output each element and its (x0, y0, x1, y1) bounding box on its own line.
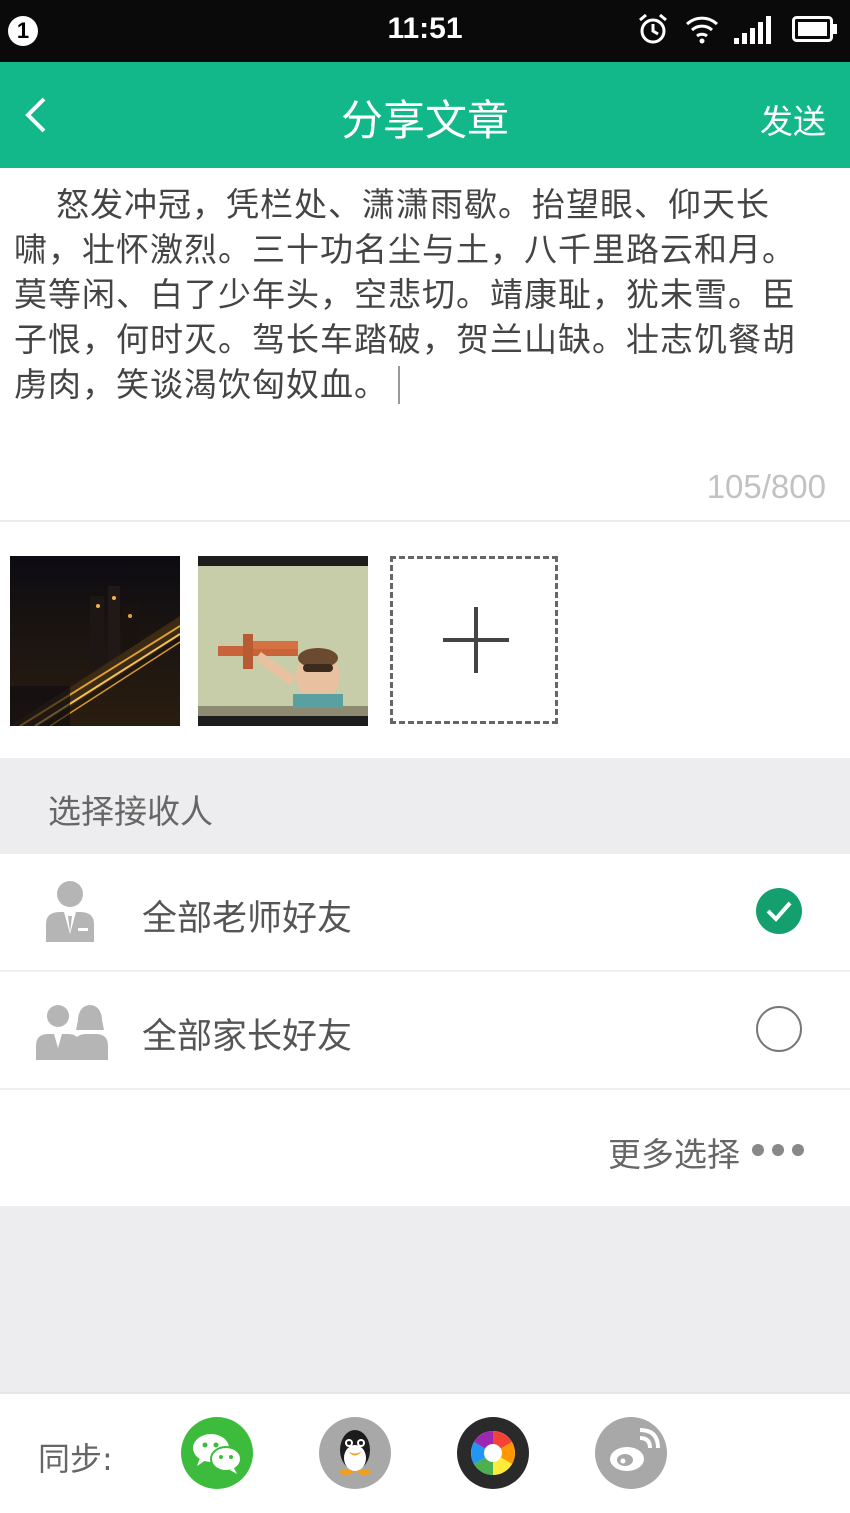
signal-icon (734, 14, 778, 48)
teacher-icon (34, 876, 110, 948)
wifi-icon (684, 14, 720, 48)
recipient-option-teachers[interactable]: 全部老师好友 (0, 854, 850, 970)
image-thumbnail-night-city[interactable] (10, 556, 180, 726)
send-button[interactable]: 发送 (760, 95, 826, 143)
checkbox-parents-unchecked[interactable] (756, 1006, 802, 1052)
more-options-button[interactable]: 更多选择 (608, 1128, 740, 1176)
image-thumbnail-toy-plane[interactable] (198, 556, 368, 726)
article-editor[interactable]: 怒发冲冠，凭栏处、潇潇雨歇。抬望眼、仰天长啸，壮怀激烈。三十功名尘与土，八千里路… (0, 168, 850, 520)
sync-label: 同步: (38, 1440, 113, 1478)
wechat-icon[interactable] (180, 1416, 254, 1490)
recipients-section-label: 选择接收人 (48, 792, 213, 831)
alarm-icon (636, 12, 670, 50)
checkmark-icon (766, 901, 792, 922)
sync-footer: 同步: (0, 1392, 850, 1513)
image-attachments (0, 522, 850, 758)
add-image-button[interactable] (390, 556, 558, 724)
recipient-label-parents: 全部家长好友 (142, 1017, 353, 1057)
text-caret (398, 366, 400, 404)
page-title: 分享文章 (340, 96, 509, 145)
checkbox-teachers-checked[interactable] (756, 888, 802, 934)
more-dots-icon[interactable] (752, 1144, 804, 1156)
recipient-option-parents[interactable]: 全部家长好友 (0, 972, 850, 1088)
article-text-area[interactable]: 怒发冲冠，凭栏处、潇潇雨歇。抬望眼、仰天长啸，壮怀激烈。三十功名尘与土，八千里路… (14, 182, 814, 407)
recipient-label-teachers: 全部老师好友 (142, 899, 353, 939)
camera-aperture-icon[interactable] (456, 1416, 530, 1490)
status-bar: 1 11:51 (0, 0, 850, 62)
battery-icon (792, 15, 838, 47)
status-icons (636, 12, 838, 50)
weibo-icon[interactable] (594, 1416, 668, 1490)
parents-icon (34, 994, 110, 1066)
qq-icon[interactable] (318, 1416, 392, 1490)
more-options-row: 更多选择 (0, 1090, 850, 1206)
app-header: 分享文章 发送 (0, 62, 850, 168)
article-text: 怒发冲冠，凭栏处、潇潇雨歇。抬望眼、仰天长啸，壮怀激烈。三十功名尘与土，八千里路… (14, 185, 796, 404)
char-counter: 105/800 (706, 468, 826, 505)
